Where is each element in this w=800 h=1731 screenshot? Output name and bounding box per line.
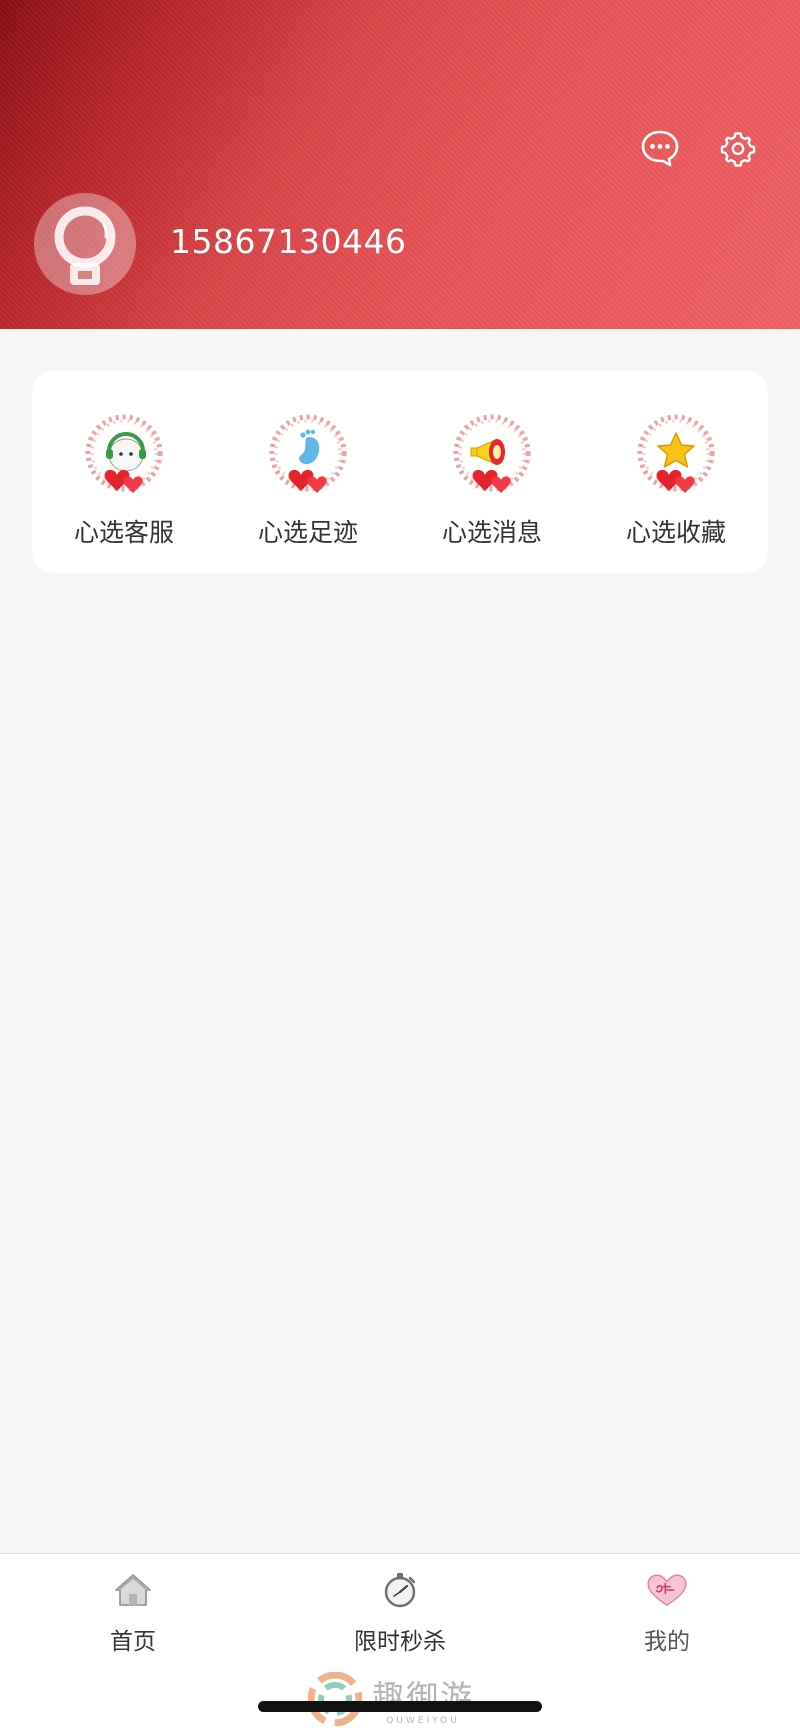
- service-label: 心选收藏: [625, 518, 726, 547]
- tab-label: 我的: [644, 1629, 690, 1655]
- tab-home[interactable]: 首页: [33, 1568, 233, 1656]
- service-item-messages[interactable]: 心选消息: [402, 371, 582, 549]
- tab-label: 限时秒杀: [354, 1629, 446, 1655]
- avatar-icon: [54, 206, 116, 285]
- message-button[interactable]: [638, 126, 682, 170]
- profile-header: 15867130446: [0, 0, 800, 329]
- watermark: 趣御游 QUWEIYOU: [308, 1672, 474, 1726]
- service-label: 心选消息: [441, 518, 542, 547]
- home-indicator: [258, 1701, 542, 1712]
- stopwatch-icon: [378, 1568, 422, 1612]
- chat-bubble-icon: [641, 130, 679, 167]
- header-actions: [638, 126, 760, 170]
- avatar[interactable]: [34, 193, 136, 295]
- home-icon: [111, 1568, 155, 1612]
- heart-logo-icon: [645, 1568, 689, 1612]
- service-card: 心选客服 心选足迹 心选消息 心选收藏: [32, 371, 768, 573]
- service-label: 心选客服: [73, 518, 174, 547]
- service-item-footprint[interactable]: 心选足迹: [218, 371, 398, 549]
- tab-label: 首页: [110, 1629, 156, 1655]
- headset-bunny-icon: [79, 411, 169, 501]
- footprint-icon: [263, 411, 353, 501]
- megaphone-icon: [447, 411, 537, 501]
- service-item-favorites[interactable]: 心选收藏: [586, 371, 766, 549]
- gear-icon: [720, 132, 756, 167]
- user-phone-number: 15867130446: [170, 222, 407, 261]
- service-item-customer-service[interactable]: 心选客服: [34, 371, 214, 549]
- profile-page: 15867130446 心选客服 心选足迹 心选消息 心选收藏 首页 限时秒杀 …: [0, 0, 800, 1731]
- star-icon: [631, 411, 721, 501]
- watermark-subtext: QUWEIYOU: [386, 1716, 460, 1726]
- settings-button[interactable]: [716, 126, 760, 170]
- watermark-logo-icon: [308, 1672, 362, 1726]
- service-label: 心选足迹: [257, 518, 358, 547]
- tab-flash-sale[interactable]: 限时秒杀: [300, 1568, 500, 1656]
- tab-mine[interactable]: 我的: [567, 1568, 767, 1656]
